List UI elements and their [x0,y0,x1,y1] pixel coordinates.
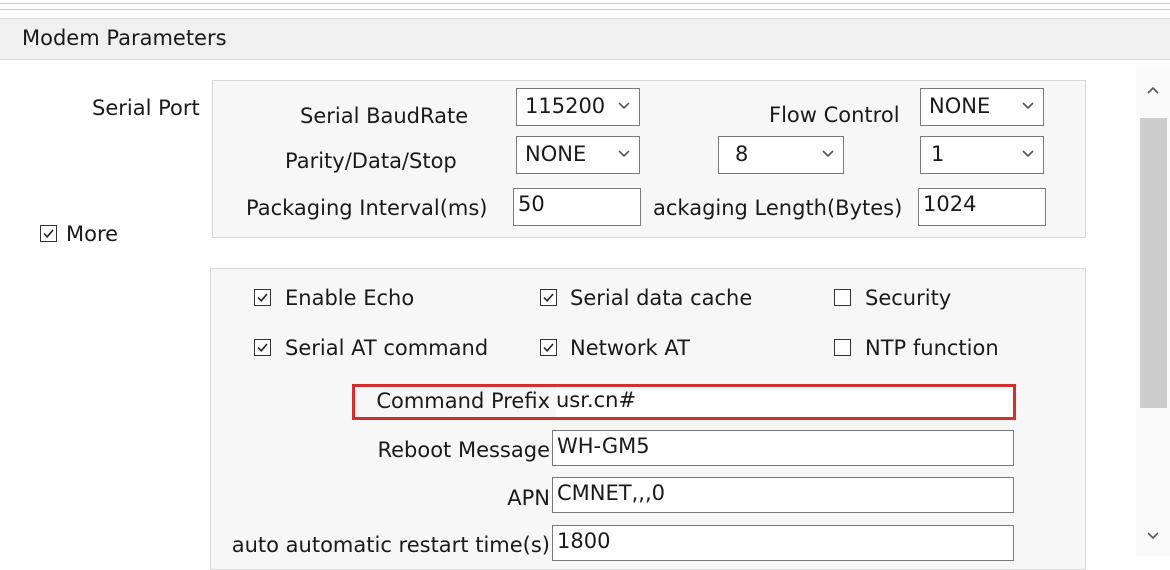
baud-rate-label: Serial BaudRate [300,104,469,128]
packaging-length-label: ackaging Length(Bytes) [653,196,903,220]
data-bits-select[interactable]: 8 [718,136,844,174]
section-title: Modem Parameters [22,26,227,50]
packaging-interval-value: 50 [518,192,545,216]
enable-echo-checkbox[interactable] [254,289,271,306]
data-bits-value: 8 [735,142,749,166]
flow-control-value: NONE [929,94,991,118]
chevron-down-icon [618,150,630,158]
serial-data-cache-checkbox[interactable] [540,289,557,306]
check-icon [257,343,268,352]
apn-label: APN [507,486,550,510]
enable-echo-label: Enable Echo [285,286,415,310]
serial-port-label: Serial Port [92,96,200,120]
more-label: More [66,222,119,246]
more-checkbox[interactable] [40,225,57,242]
serial-at-command-checkbox[interactable] [254,339,271,356]
network-at-label: Network AT [570,336,690,360]
chevron-down-icon [1022,150,1034,158]
parity-value: NONE [525,142,587,166]
reboot-message-input[interactable]: WH-GM5 [552,430,1014,466]
check-icon [543,343,554,352]
parity-select[interactable]: NONE [516,136,640,174]
network-at-checkbox[interactable] [540,339,557,356]
chevron-down-icon [822,150,834,158]
chevron-down-icon [1022,102,1034,110]
command-prefix-input[interactable]: usr.cn# [556,387,1012,417]
stop-bits-select[interactable]: 1 [920,136,1044,174]
flow-control-label: Flow Control [769,103,900,127]
packaging-interval-input[interactable]: 50 [513,188,641,226]
scroll-down-icon[interactable] [1143,528,1163,544]
check-icon [43,229,54,238]
reboot-message-value: WH-GM5 [557,434,650,458]
packaging-interval-label: Packaging Interval(ms) [246,196,488,220]
restart-time-label: auto automatic restart time(s) [231,533,550,557]
ntp-function-label: NTP function [865,336,999,360]
serial-data-cache-label: Serial data cache [570,286,753,310]
serial-at-command-label: Serial AT command [285,336,489,360]
packaging-length-input[interactable]: 1024 [918,188,1046,226]
chevron-down-icon [618,102,630,110]
apn-value: CMNET,,,0 [557,481,665,505]
restart-time-value: 1800 [557,529,611,553]
check-icon [257,293,268,302]
command-prefix-label: Command Prefix [376,389,550,413]
check-icon [543,293,554,302]
baud-rate-value: 115200 [525,94,606,118]
command-prefix-value: usr.cn# [556,388,637,412]
top-border-line [0,9,1170,10]
apn-input[interactable]: CMNET,,,0 [552,477,1014,513]
parity-data-stop-label: Parity/Data/Stop [285,149,457,173]
security-label: Security [865,286,952,310]
reboot-message-label: Reboot Message [377,438,550,462]
baud-rate-select[interactable]: 115200 [516,88,640,126]
top-border-line [0,3,1170,4]
stop-bits-value: 1 [931,142,945,166]
security-checkbox[interactable] [834,289,851,306]
flow-control-select[interactable]: NONE [920,88,1044,126]
scrollbar-thumb[interactable] [1140,118,1167,408]
scroll-up-icon[interactable] [1143,82,1163,98]
packaging-length-value: 1024 [923,192,977,216]
ntp-function-checkbox[interactable] [834,339,851,356]
